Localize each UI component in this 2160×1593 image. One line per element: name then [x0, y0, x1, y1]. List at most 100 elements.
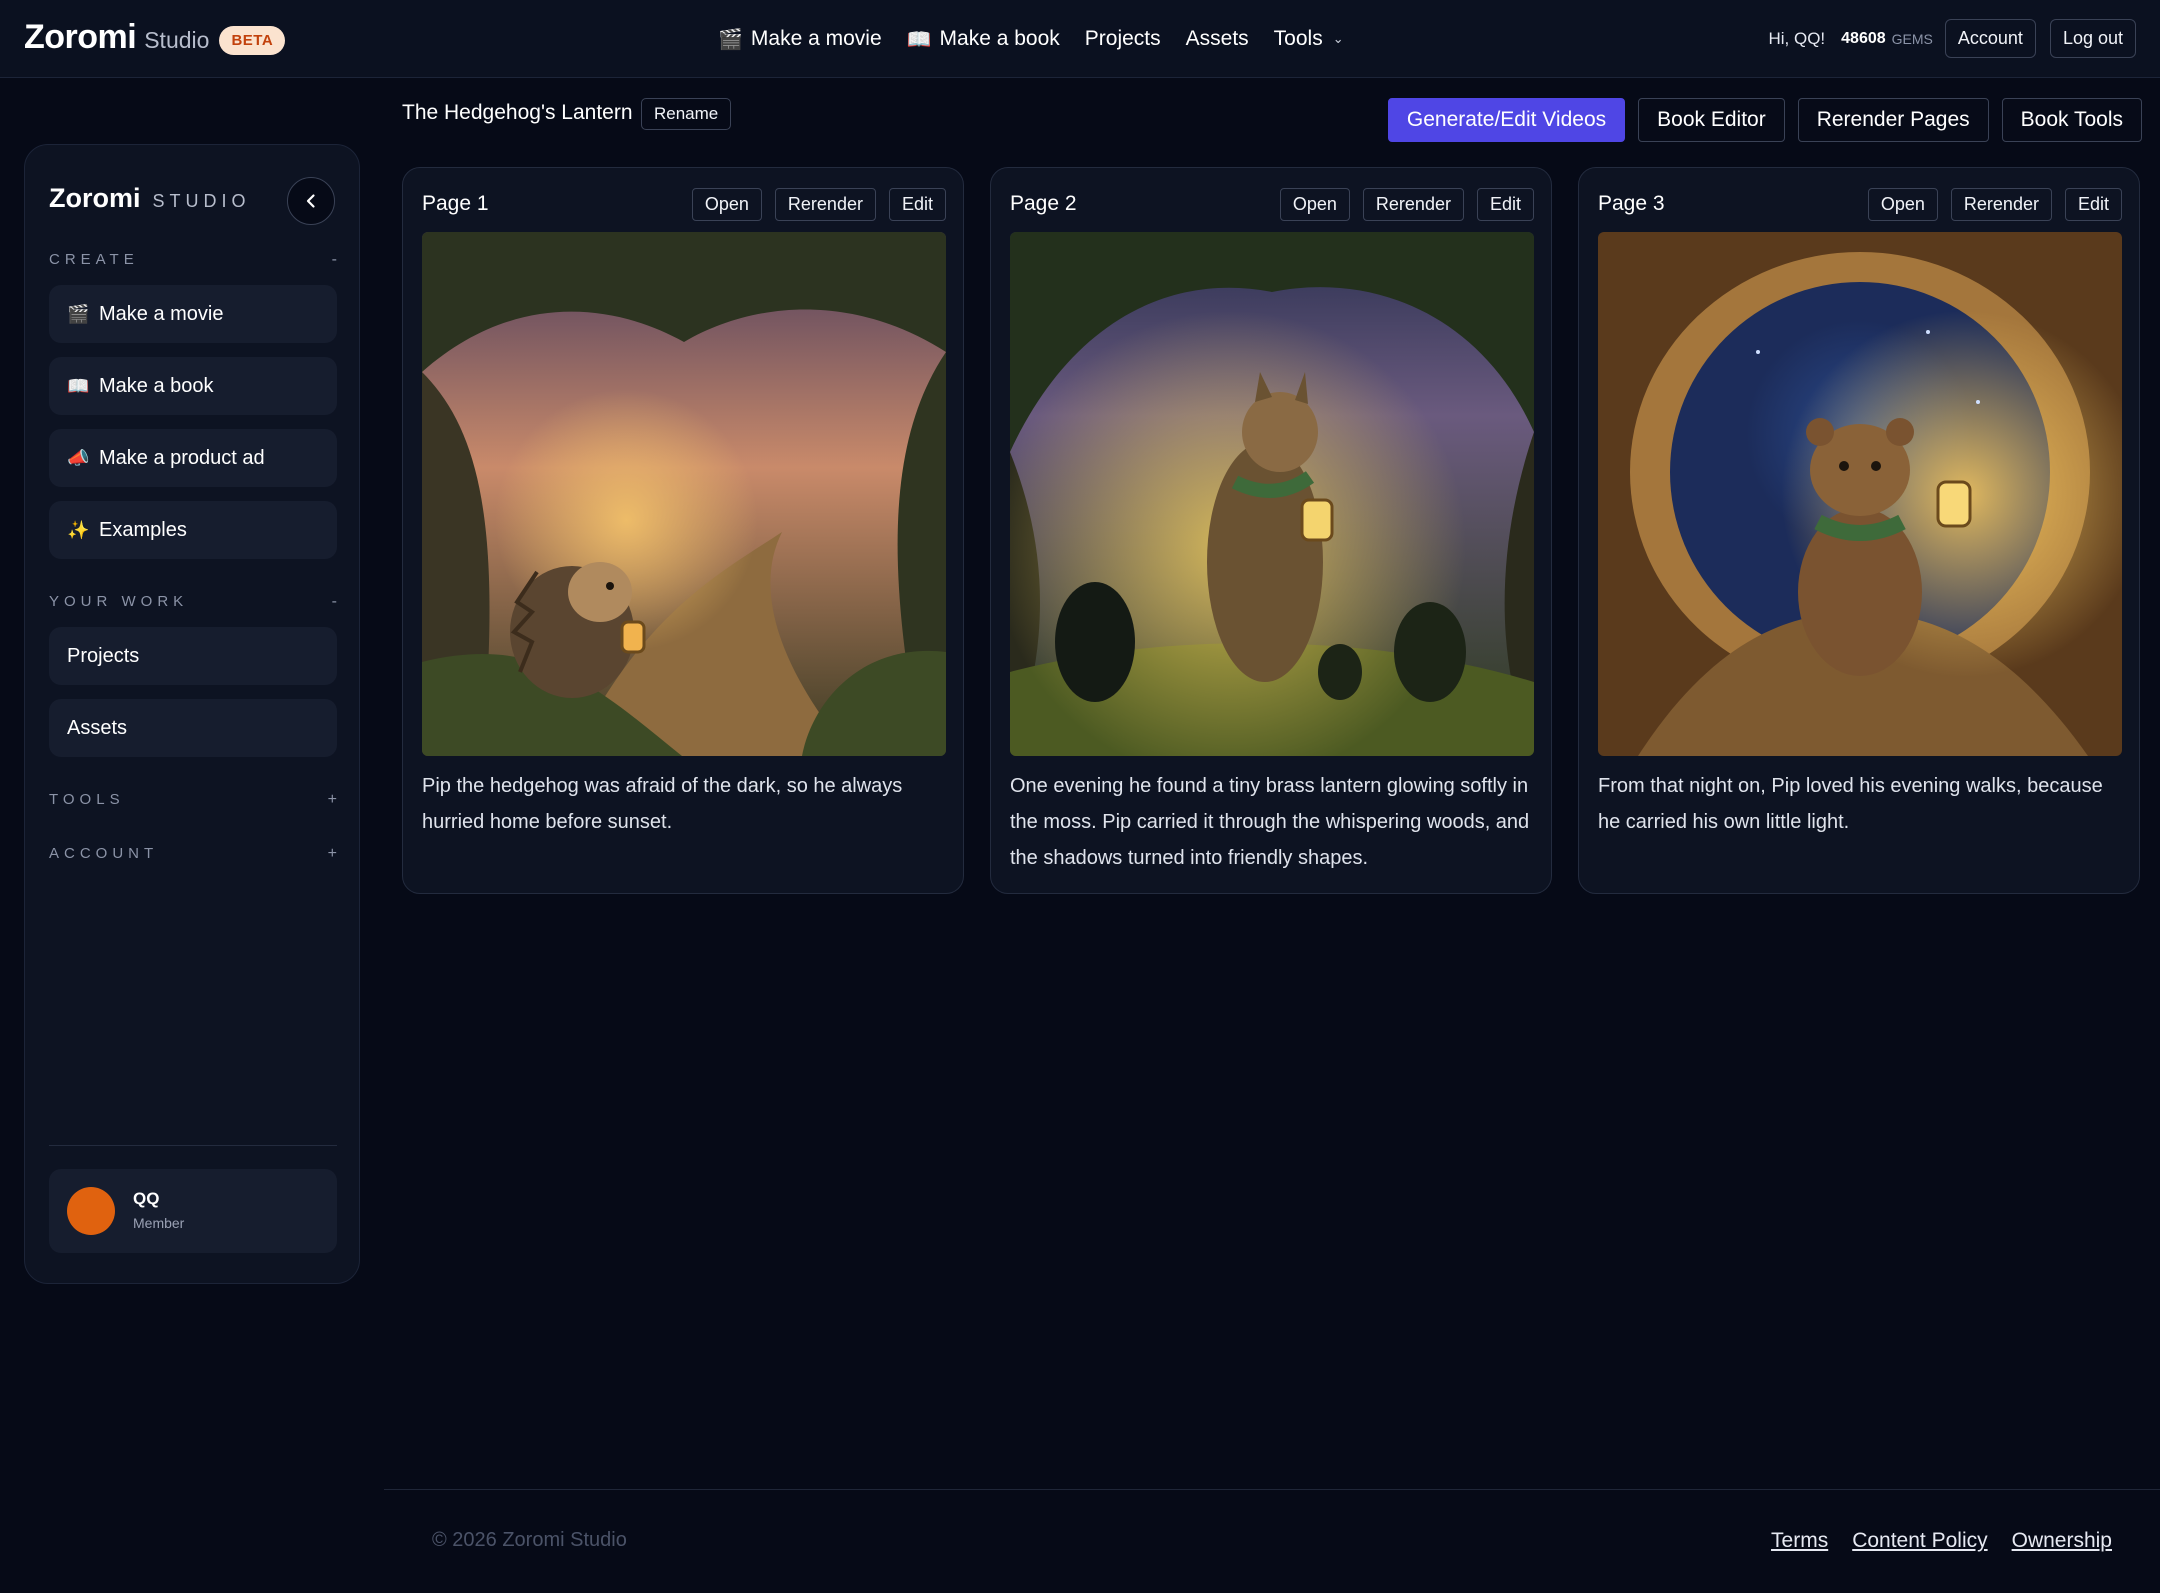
- book-icon: 📖: [906, 28, 932, 51]
- user-nav: Hi, QQ! 48608 GEMS Account Log out: [1768, 19, 2136, 58]
- section-tools-toggle: +: [327, 791, 337, 808]
- open-button[interactable]: Open: [1279, 187, 1350, 221]
- open-button[interactable]: Open: [1867, 187, 1938, 221]
- rerender-button[interactable]: Rerender: [774, 187, 876, 221]
- footer-link-ownership[interactable]: Ownership: [2012, 1529, 2112, 1553]
- page-card-title: Page 2: [1010, 192, 1077, 215]
- pages-grid: Page 1 Open Rerender Edit Pip the hedgeh…: [402, 167, 2140, 894]
- section-your-work-label: YOUR WORK: [49, 593, 189, 610]
- top-navbar: Zoromi Studio BETA 🎬 Make a movie 📖 Make…: [0, 0, 2160, 78]
- sidebar-item-label: Projects: [67, 644, 140, 667]
- section-create-header[interactable]: CREATE -: [49, 251, 337, 269]
- sidebar-item-label: Make a book: [99, 374, 214, 397]
- section-your-work-toggle: -: [331, 593, 337, 610]
- nav-make-book-label: Make a book: [939, 27, 1060, 50]
- brand-logo[interactable]: Zoromi Studio BETA: [24, 18, 286, 57]
- sidebar-collapse-button[interactable]: [287, 177, 335, 225]
- page-illustration[interactable]: [1010, 232, 1534, 756]
- user-name: QQ: [133, 1189, 160, 1208]
- section-create-label: CREATE: [49, 251, 139, 268]
- generate-edit-videos-button[interactable]: Generate/Edit Videos: [1387, 98, 1626, 142]
- nav-tools-dropdown[interactable]: Tools ⌄: [1274, 27, 1344, 51]
- sidebar-item-make-book[interactable]: 📖 Make a book: [49, 357, 337, 415]
- nav-projects-label: Projects: [1084, 27, 1161, 50]
- sidebar-item-examples[interactable]: ✨ Examples: [49, 501, 337, 559]
- book-icon: 📖: [67, 375, 90, 396]
- section-account-label: ACCOUNT: [49, 845, 159, 862]
- sparkles-icon: ✨: [67, 519, 90, 540]
- avatar: [67, 1187, 115, 1235]
- page-illustration[interactable]: [1598, 232, 2122, 756]
- footer-divider: [384, 1489, 2160, 1490]
- action-bar: Generate/Edit Videos Book Editor Rerende…: [1387, 98, 2142, 142]
- section-account-toggle: +: [327, 845, 337, 862]
- brand-name: Zoromi: [24, 18, 137, 56]
- nav-assets[interactable]: Assets: [1186, 27, 1249, 51]
- edit-button[interactable]: Edit: [1476, 187, 1534, 221]
- beta-badge: BETA: [219, 26, 286, 55]
- book-tools-button[interactable]: Book Tools: [2001, 98, 2142, 142]
- user-role: Member: [133, 1215, 185, 1231]
- page-card: Page 1 Open Rerender Edit Pip the hedgeh…: [402, 167, 964, 894]
- page-card-header: Page 1 Open Rerender Edit: [422, 186, 946, 222]
- gems-count: 48608: [1841, 29, 1886, 47]
- rename-button[interactable]: Rename: [641, 98, 732, 130]
- nav-projects[interactable]: Projects: [1085, 27, 1161, 51]
- gems-label: GEMS: [1891, 30, 1933, 47]
- sidebar-divider: [49, 1145, 337, 1146]
- sidebar-item-assets[interactable]: Assets: [49, 699, 337, 757]
- sidebar-item-make-product-ad[interactable]: 📣 Make a product ad: [49, 429, 337, 487]
- page-card-header: Page 3 Open Rerender Edit: [1598, 186, 2122, 222]
- section-tools-label: TOOLS: [49, 791, 125, 808]
- clapperboard-icon: 🎬: [718, 28, 743, 51]
- section-your-work-header[interactable]: YOUR WORK -: [49, 593, 337, 611]
- page-card-title: Page 1: [422, 192, 489, 215]
- sidebar-item-label: Make a product ad: [99, 446, 265, 469]
- page-card-title: Page 3: [1598, 192, 1665, 215]
- nav-make-book[interactable]: 📖 Make a book: [907, 27, 1060, 52]
- book-editor-button[interactable]: Book Editor: [1638, 98, 1785, 142]
- main-nav: 🎬 Make a movie 📖 Make a book Projects As…: [718, 0, 1344, 78]
- sidebar-item-make-movie[interactable]: 🎬 Make a movie: [49, 285, 337, 343]
- nav-make-movie[interactable]: 🎬 Make a movie: [718, 27, 882, 52]
- sidebar-item-label: Examples: [99, 518, 187, 541]
- nav-make-movie-label: Make a movie: [750, 27, 882, 50]
- sidebar-item-label: Make a movie: [99, 302, 224, 325]
- footer-link-terms[interactable]: Terms: [1771, 1529, 1828, 1553]
- megaphone-icon: 📣: [67, 447, 90, 468]
- sidebar-item-projects[interactable]: Projects: [49, 627, 337, 685]
- footer-link-content-policy[interactable]: Content Policy: [1852, 1529, 1987, 1553]
- nav-tools-label: Tools: [1273, 27, 1323, 50]
- user-card[interactable]: QQ Member: [49, 1169, 337, 1253]
- user-greeting: Hi, QQ!: [1768, 28, 1826, 48]
- page-illustration[interactable]: [422, 232, 946, 756]
- account-button[interactable]: Account: [1944, 19, 2036, 58]
- chevron-left-icon: [306, 194, 315, 208]
- section-create-toggle: -: [331, 251, 337, 268]
- clapperboard-icon: 🎬: [67, 303, 90, 324]
- page-title: The Hedgehog's Lantern: [402, 101, 633, 124]
- nav-assets-label: Assets: [1185, 27, 1249, 50]
- rerender-button[interactable]: Rerender: [1362, 187, 1464, 221]
- footer-copyright: © 2026 Zoromi Studio: [432, 1529, 627, 1551]
- sidebar-brand-subtitle: STUDIO: [152, 191, 251, 211]
- logout-button[interactable]: Log out: [2049, 19, 2136, 58]
- page-card-text: One evening he found a tiny brass lanter…: [1010, 775, 1530, 869]
- page-card-text: From that night on, Pip loved his evenin…: [1598, 775, 2103, 833]
- rerender-pages-button[interactable]: Rerender Pages: [1797, 98, 1989, 142]
- sidebar: Zoromi STUDIO CREATE - 🎬 Make a movie 📖 …: [24, 144, 360, 1284]
- footer-links: Terms Content Policy Ownership: [1771, 1529, 2112, 1553]
- open-button[interactable]: Open: [691, 187, 762, 221]
- sidebar-item-label: Assets: [67, 716, 128, 739]
- rerender-button[interactable]: Rerender: [1950, 187, 2052, 221]
- edit-button[interactable]: Edit: [888, 187, 946, 221]
- brand-subtitle: Studio: [144, 27, 210, 53]
- section-tools-header[interactable]: TOOLS +: [49, 791, 337, 809]
- page-card-text: Pip the hedgehog was afraid of the dark,…: [422, 775, 903, 833]
- page-card: Page 3 Open Rerender Edit From that nigh…: [1578, 167, 2140, 894]
- section-account-header[interactable]: ACCOUNT +: [49, 845, 337, 863]
- page-card: Page 2 Open Rerender Edit One evening he…: [990, 167, 1552, 894]
- page-card-header: Page 2 Open Rerender Edit: [1010, 186, 1534, 222]
- edit-button[interactable]: Edit: [2064, 187, 2122, 221]
- sidebar-brand: Zoromi STUDIO: [49, 183, 251, 214]
